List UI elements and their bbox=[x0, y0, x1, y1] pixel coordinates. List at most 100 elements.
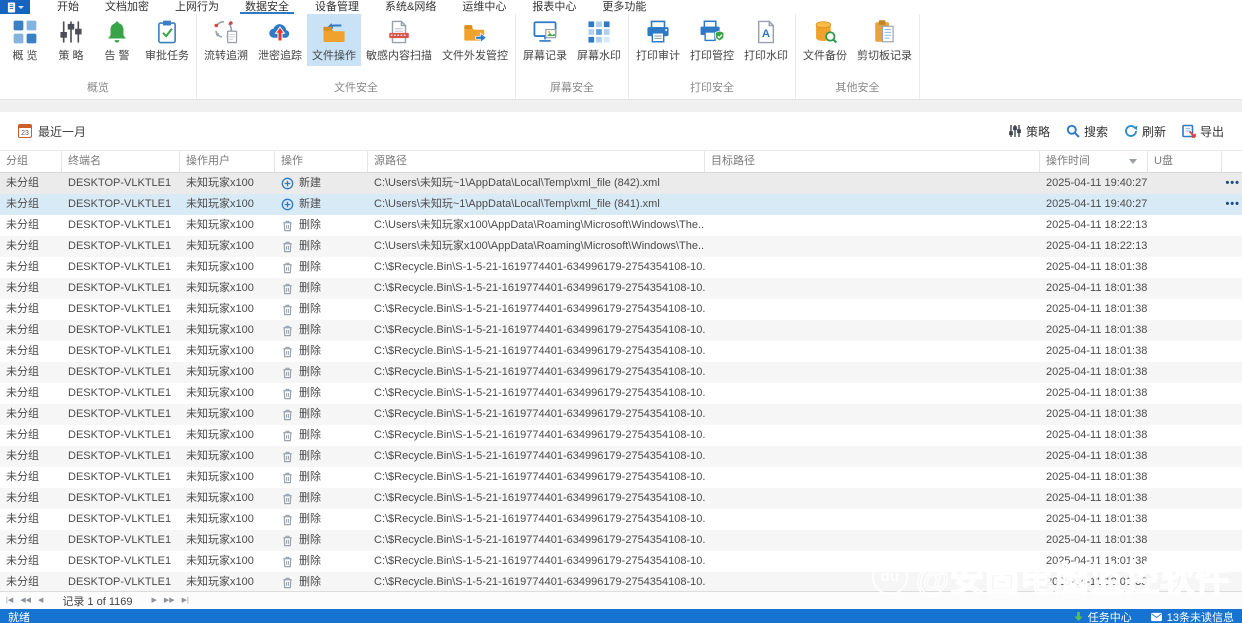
row-actions-menu[interactable] bbox=[1222, 488, 1242, 509]
ribbon-item-print-audit[interactable]: 打印审计 bbox=[631, 14, 685, 66]
row-actions-menu[interactable] bbox=[1222, 236, 1242, 257]
table-row[interactable]: 未分组 DESKTOP-VLKTLE1 未知玩家x100 新建 C:\Users… bbox=[0, 194, 1242, 215]
cell-time: 2025-04-11 18:01:38 bbox=[1046, 492, 1148, 504]
table-row[interactable]: 未分组 DESKTOP-VLKTLE1 未知玩家x100 删除 C:\$Recy… bbox=[0, 404, 1242, 425]
menu-tab[interactable]: 更多功能 bbox=[589, 0, 659, 14]
fast-next-icon[interactable]: ▶▶ bbox=[164, 592, 175, 610]
table-row[interactable]: 未分组 DESKTOP-VLKTLE1 未知玩家x100 删除 C:\$Recy… bbox=[0, 488, 1242, 509]
search-button[interactable]: 搜索 bbox=[1066, 123, 1108, 140]
table-row[interactable]: 未分组 DESKTOP-VLKTLE1 未知玩家x100 删除 C:\$Recy… bbox=[0, 383, 1242, 404]
menu-tab[interactable]: 上网行为 bbox=[162, 0, 232, 14]
row-actions-menu[interactable] bbox=[1222, 446, 1242, 467]
table-row[interactable]: 未分组 DESKTOP-VLKTLE1 未知玩家x100 删除 C:\$Recy… bbox=[0, 509, 1242, 530]
table-row[interactable]: 未分组 DESKTOP-VLKTLE1 未知玩家x100 删除 C:\$Recy… bbox=[0, 341, 1242, 362]
row-actions-menu[interactable] bbox=[1222, 257, 1242, 278]
ribbon-item-approval-tasks[interactable]: 审批任务 bbox=[140, 14, 194, 66]
row-actions-menu[interactable] bbox=[1222, 509, 1242, 530]
ribbon-item-clipboard-record[interactable]: 剪切板记录 bbox=[852, 14, 917, 66]
first-page-icon[interactable]: |◀ bbox=[6, 592, 13, 610]
table-row[interactable]: 未分组 DESKTOP-VLKTLE1 未知玩家x100 删除 C:\$Recy… bbox=[0, 257, 1242, 278]
table-row[interactable]: 未分组 DESKTOP-VLKTLE1 未知玩家x100 删除 C:\Users… bbox=[0, 215, 1242, 236]
row-actions-menu[interactable] bbox=[1222, 341, 1242, 362]
ribbon-item-alert[interactable]: 告 警 bbox=[94, 14, 140, 66]
table-row[interactable]: 未分组 DESKTOP-VLKTLE1 未知玩家x100 删除 C:\$Recy… bbox=[0, 572, 1242, 591]
ribbon-item-label: 流转追溯 bbox=[204, 50, 248, 62]
app-menu-button[interactable] bbox=[0, 0, 30, 14]
table-row[interactable]: 未分组 DESKTOP-VLKTLE1 未知玩家x100 删除 C:\$Recy… bbox=[0, 551, 1242, 572]
refresh-button[interactable]: 刷新 bbox=[1124, 123, 1166, 140]
column-header-source-path[interactable]: 源路径 bbox=[368, 151, 705, 172]
ribbon-item-overview[interactable]: 概 览 bbox=[2, 14, 48, 66]
table-row[interactable]: 未分组 DESKTOP-VLKTLE1 未知玩家x100 删除 C:\$Recy… bbox=[0, 530, 1242, 551]
unread-messages-button[interactable]: 13条未读信息 bbox=[1150, 609, 1234, 623]
row-actions-menu[interactable] bbox=[1222, 572, 1242, 591]
prev-page-icon[interactable]: ◀ bbox=[38, 592, 43, 610]
row-actions-menu[interactable] bbox=[1222, 383, 1242, 404]
column-header-operation[interactable]: 操作 bbox=[275, 151, 368, 172]
row-actions-menu[interactable] bbox=[1222, 299, 1242, 320]
last-page-icon[interactable]: ▶| bbox=[182, 592, 189, 610]
menu-tab[interactable]: 数据安全 bbox=[232, 0, 302, 14]
row-actions-menu[interactable] bbox=[1222, 215, 1242, 236]
column-header-target-path[interactable]: 目标路径 bbox=[705, 151, 1040, 172]
table-row[interactable]: 未分组 DESKTOP-VLKTLE1 未知玩家x100 删除 C:\$Recy… bbox=[0, 425, 1242, 446]
column-header-group[interactable]: 分组 bbox=[0, 151, 62, 172]
menu-tab[interactable]: 开始 bbox=[44, 0, 92, 14]
ribbon-item-screen-watermark[interactable]: 屏幕水印 bbox=[572, 14, 626, 66]
table-row[interactable]: 未分组 DESKTOP-VLKTLE1 未知玩家x100 新建 C:\Users… bbox=[0, 173, 1242, 194]
table-row[interactable]: 未分组 DESKTOP-VLKTLE1 未知玩家x100 删除 C:\$Recy… bbox=[0, 299, 1242, 320]
filter-dropdown-icon[interactable] bbox=[1129, 159, 1137, 164]
cell-operation: 删除 bbox=[275, 404, 368, 425]
row-actions-menu[interactable]: ••• bbox=[1222, 194, 1242, 215]
ribbon-item-file-outgoing-control[interactable]: 文件外发管控 bbox=[437, 14, 513, 66]
table-row[interactable]: 未分组 DESKTOP-VLKTLE1 未知玩家x100 删除 C:\$Recy… bbox=[0, 278, 1242, 299]
row-actions-menu[interactable] bbox=[1222, 530, 1242, 551]
column-header-time[interactable]: 操作时间 bbox=[1040, 151, 1148, 172]
ribbon-item-policy[interactable]: 策 略 bbox=[48, 14, 94, 66]
cell-operation: 新建 bbox=[275, 194, 368, 215]
row-actions-menu[interactable] bbox=[1222, 320, 1242, 341]
table-row[interactable]: 未分组 DESKTOP-VLKTLE1 未知玩家x100 删除 C:\$Recy… bbox=[0, 362, 1242, 383]
ribbon-item-print-watermark[interactable]: A 打印水印 bbox=[739, 14, 793, 66]
fast-prev-icon[interactable]: ◀◀ bbox=[20, 592, 31, 610]
menu-tab[interactable]: 运维中心 bbox=[449, 0, 519, 14]
ribbon-item-screen-record[interactable]: 屏幕记录 bbox=[518, 14, 572, 66]
menu-tab[interactable]: 文档加密 bbox=[92, 0, 162, 14]
menu-tab[interactable]: 系统&网络 bbox=[372, 0, 449, 14]
export-button[interactable]: 导出 bbox=[1182, 123, 1224, 140]
database-search-icon bbox=[812, 19, 838, 45]
table-row[interactable]: 未分组 DESKTOP-VLKTLE1 未知玩家x100 删除 C:\$Recy… bbox=[0, 446, 1242, 467]
column-header-terminal[interactable]: 终端名 bbox=[62, 151, 180, 172]
ribbon-item-circulation-trace[interactable]: 流转追溯 bbox=[199, 14, 253, 66]
next-page-icon[interactable]: ▶ bbox=[152, 592, 157, 610]
row-actions-menu[interactable] bbox=[1222, 278, 1242, 299]
menu-tab[interactable]: 报表中心 bbox=[519, 0, 589, 14]
cell-time: 2025-04-11 18:22:13 bbox=[1046, 240, 1148, 252]
row-actions-menu[interactable] bbox=[1222, 362, 1242, 383]
operation-label: 删除 bbox=[299, 282, 321, 294]
cell-time: 2025-04-11 18:01:38 bbox=[1046, 576, 1148, 588]
row-actions-menu[interactable] bbox=[1222, 551, 1242, 572]
cell-terminal: DESKTOP-VLKTLE1 bbox=[68, 366, 172, 378]
ribbon-item-file-backup[interactable]: 文件备份 bbox=[798, 14, 852, 66]
cell-source-path: C:\$Recycle.Bin\S-1-5-21-1619774401-6349… bbox=[374, 324, 705, 336]
row-actions-menu[interactable] bbox=[1222, 467, 1242, 488]
ribbon-item-leak-tracking[interactable]: 泄密追踪 bbox=[253, 14, 307, 66]
menu-tab[interactable]: 设备管理 bbox=[302, 0, 372, 14]
row-actions-menu[interactable] bbox=[1222, 425, 1242, 446]
ribbon-item-print-control[interactable]: 打印管控 bbox=[685, 14, 739, 66]
task-center-button[interactable]: 任务中心 bbox=[1073, 609, 1132, 623]
table-row[interactable]: 未分组 DESKTOP-VLKTLE1 未知玩家x100 删除 C:\$Recy… bbox=[0, 320, 1242, 341]
ribbon-item-file-operation[interactable]: 文件操作 bbox=[307, 14, 361, 66]
column-header-user[interactable]: 操作用户 bbox=[180, 151, 275, 172]
date-range-filter[interactable]: 23 最近一月 bbox=[18, 123, 86, 140]
ribbon-item-sensitive-content-scan[interactable]: 敏感内容扫描 bbox=[361, 14, 437, 66]
cell-time: 2025-04-11 18:01:38 bbox=[1046, 345, 1148, 357]
table-row[interactable]: 未分组 DESKTOP-VLKTLE1 未知玩家x100 删除 C:\$Recy… bbox=[0, 467, 1242, 488]
row-actions-menu[interactable]: ••• bbox=[1222, 173, 1242, 194]
table-row[interactable]: 未分组 DESKTOP-VLKTLE1 未知玩家x100 删除 C:\Users… bbox=[0, 236, 1242, 257]
row-actions-menu[interactable] bbox=[1222, 404, 1242, 425]
policy-button[interactable]: 策略 bbox=[1008, 123, 1050, 140]
cell-user: 未知玩家x100 bbox=[186, 555, 254, 567]
column-header-udisk[interactable]: U盘 bbox=[1148, 151, 1222, 172]
